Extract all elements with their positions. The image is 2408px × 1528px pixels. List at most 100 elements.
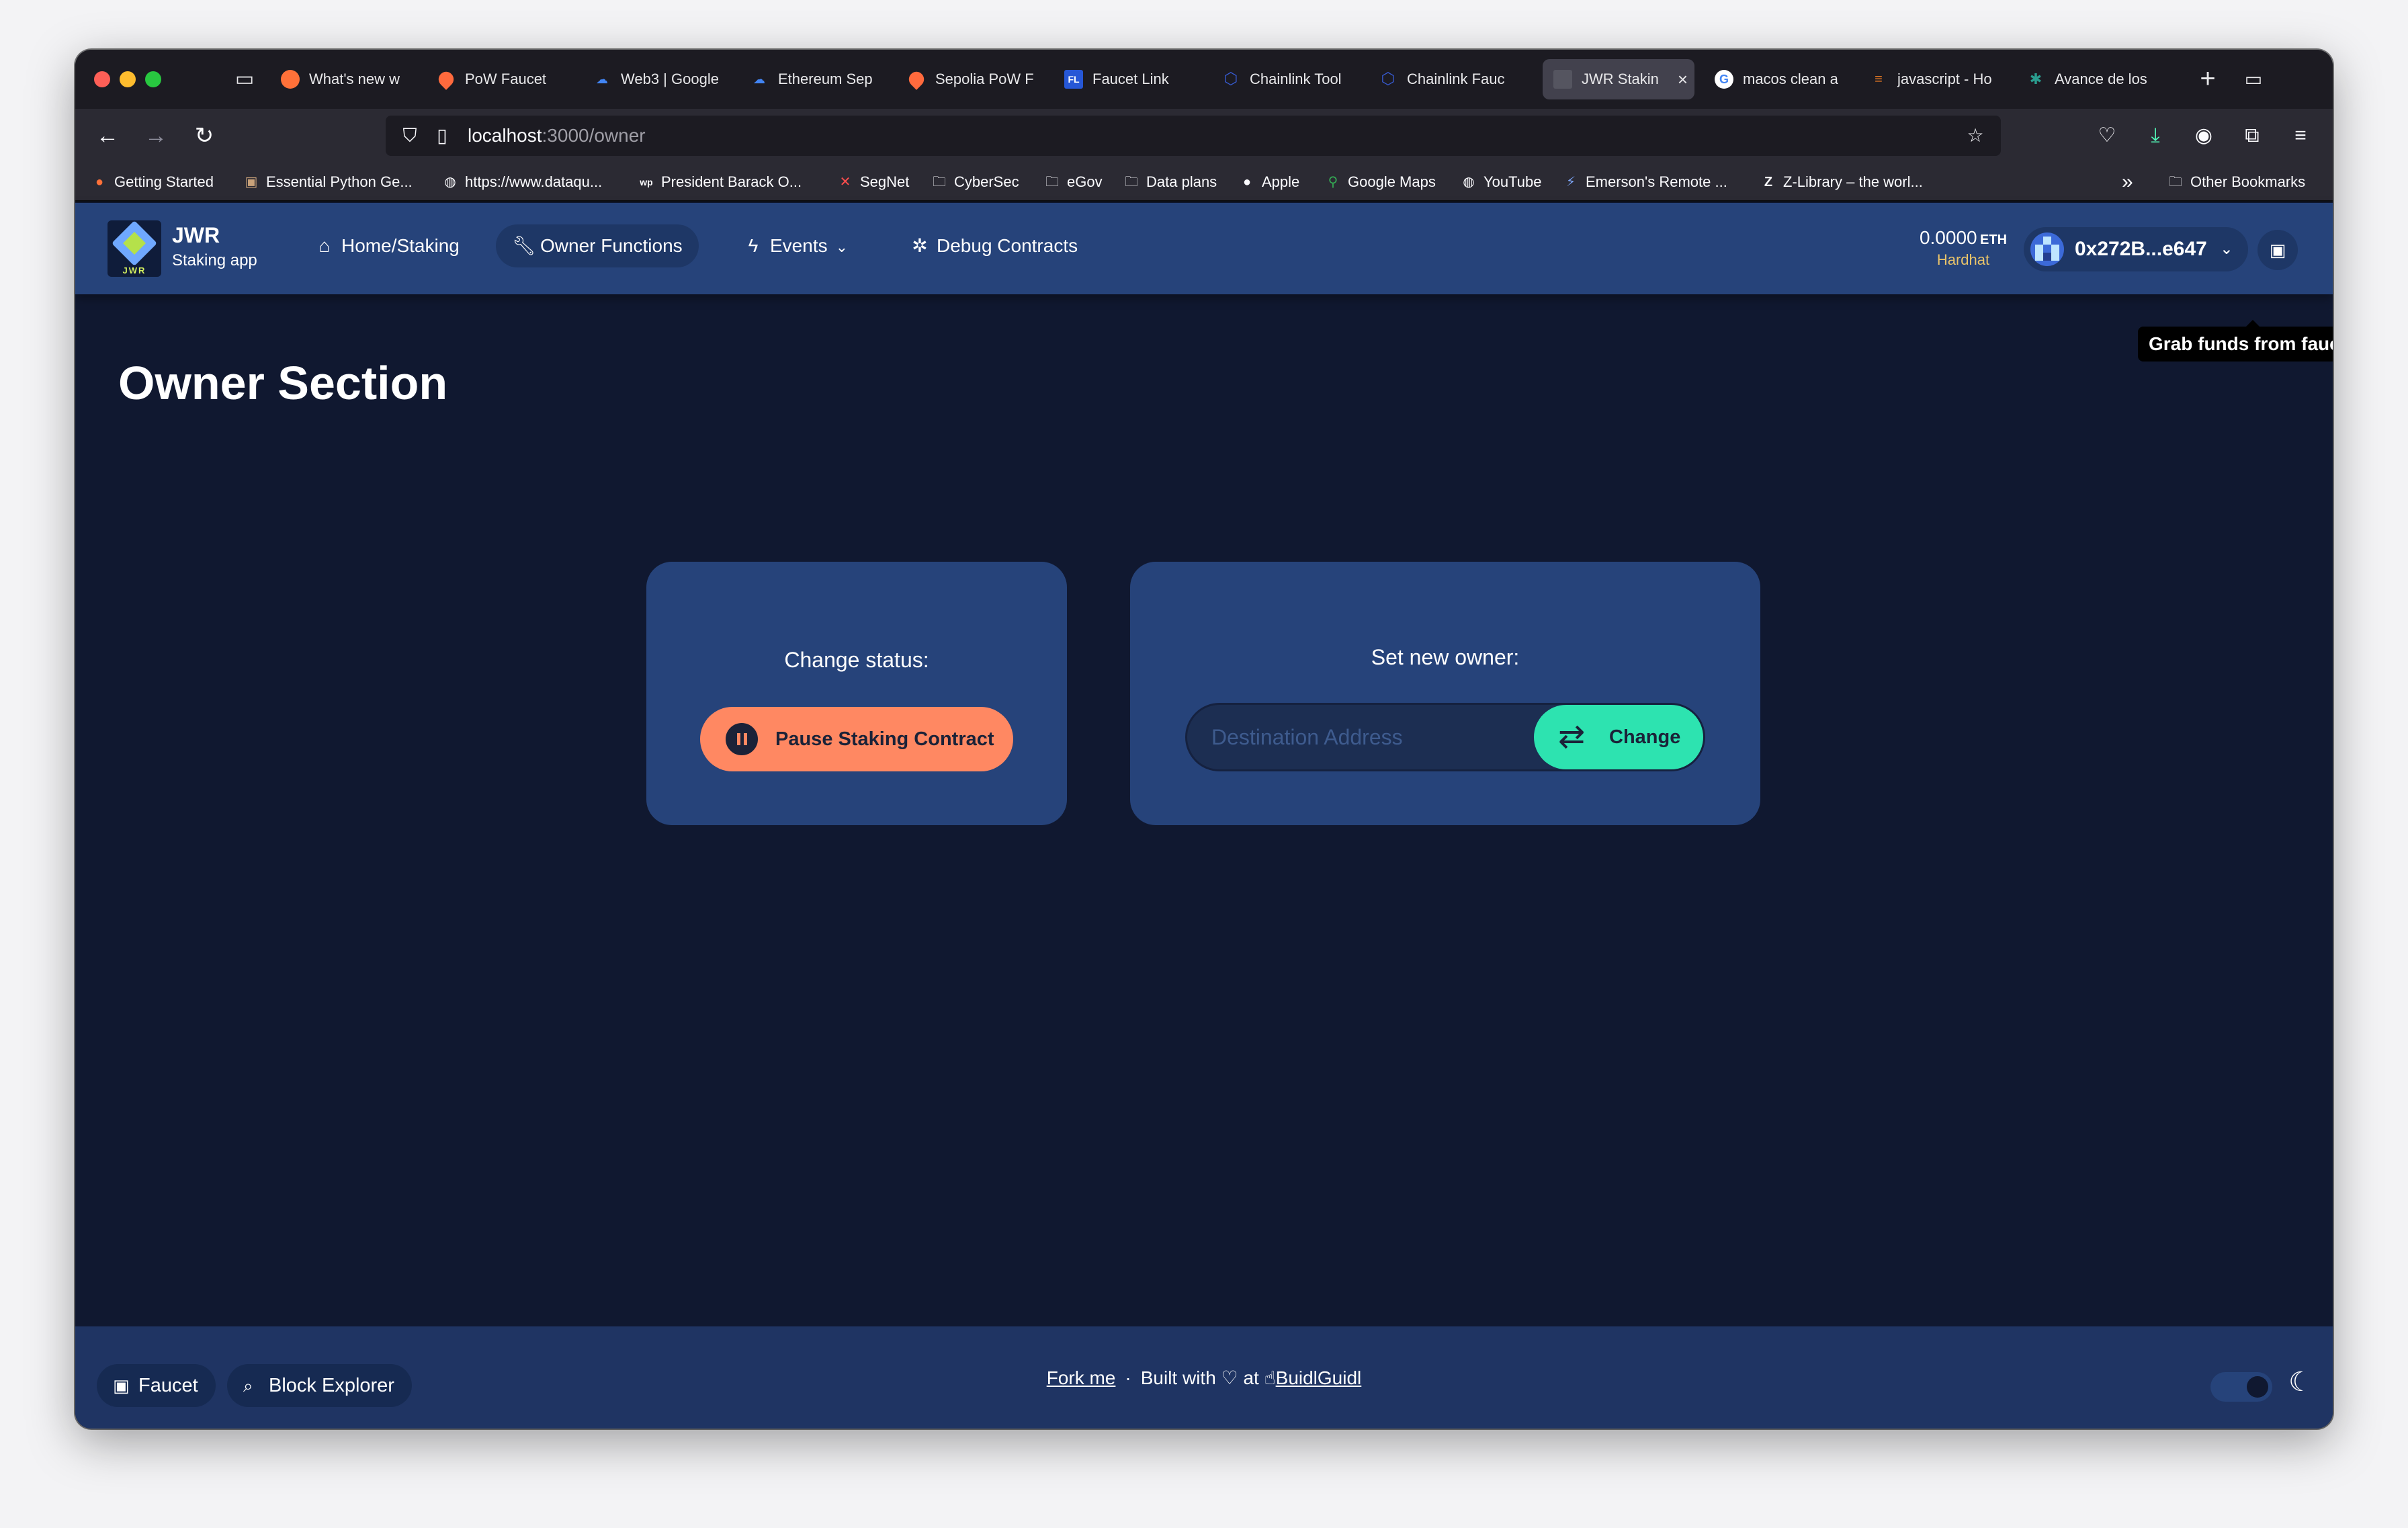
account-dropdown-button[interactable]: 0x272B...e647 ⌄ — [2024, 227, 2248, 271]
destination-address-input[interactable] — [1211, 705, 1507, 769]
close-tab-icon[interactable]: × — [1678, 59, 1688, 99]
nav-debug-contracts[interactable]: ✲ Debug Contracts — [892, 224, 1094, 267]
globe-icon: ◍ — [1463, 175, 1475, 189]
bookmark-google-maps[interactable]: ⚲ Google Maps — [1324, 169, 1436, 195]
extensions-icon[interactable]: ⧉ — [2237, 121, 2267, 151]
account-icon[interactable]: ◉ — [2189, 121, 2219, 151]
url-text[interactable]: localhost:3000/owner — [468, 116, 646, 156]
tab-chainlink-tools[interactable]: ⬡ Chainlink Tool — [1211, 59, 1360, 99]
bookmark-essential-python[interactable]: ▣ Essential Python Ge... — [242, 169, 413, 195]
reload-icon[interactable]: ↻ — [189, 121, 219, 151]
tab-javascript[interactable]: ≡ javascript - Ho — [1858, 59, 2008, 99]
bookmarks-bar: ● Getting Started ▣ Essential Python Ge...… — [75, 163, 2333, 202]
bug-icon: ✲ — [912, 235, 928, 256]
wallet-balance[interactable]: 0.0000 ETH Hardhat — [1903, 227, 2024, 269]
balance-amount: 0.0000 — [1919, 227, 1977, 248]
theme-toggle[interactable] — [2210, 1372, 2272, 1402]
shield-icon[interactable]: ⛉ — [396, 122, 423, 149]
destination-address-group: ⇄ Change — [1185, 703, 1705, 771]
pocket-icon[interactable]: ♡ — [2092, 121, 2122, 151]
folder-icon: 🗀 — [2169, 175, 2182, 189]
set-owner-label: Set new owner: — [1371, 645, 1520, 669]
tab-strip: ▭ What's new w PoW Faucet ☁ Web3 | Googl… — [75, 50, 2333, 109]
bookmark-z-library[interactable]: Z Z-Library – the worl... — [1759, 169, 1923, 195]
pause-staking-button[interactable]: Pause Staking Contract — [700, 707, 1013, 771]
nav-events[interactable]: ϟ Events ⌄ — [726, 224, 864, 267]
tab-ethereum-sepolia[interactable]: ☁ Ethereum Sep — [739, 59, 888, 99]
faucet-banknote-icon[interactable]: ▣ — [2258, 230, 2298, 270]
change-status-label: Change status: — [784, 648, 929, 672]
scaffold-icon — [1553, 70, 1572, 89]
droplet-icon — [906, 69, 927, 90]
stackoverflow-icon: ≡ — [1875, 72, 1883, 87]
nav-owner-functions[interactable]: 🔧︎ Owner Functions — [496, 224, 699, 267]
firefox-icon: ● — [95, 175, 104, 189]
app-header: JWR JWR Staking app ⌂ Home/Staking 🔧︎ Owne… — [75, 203, 2333, 294]
folder-icon: 🗀 — [933, 175, 946, 189]
bookmark-folder-data-plans[interactable]: 🗀 Data plans — [1122, 169, 1217, 195]
bookmark-dataquest[interactable]: ◍ https://www.dataqu... — [441, 169, 602, 195]
bookmark-getting-started[interactable]: ● Getting Started — [90, 169, 214, 195]
tab-sepolia-pow[interactable]: Sepolia PoW F — [896, 59, 1045, 99]
balance-unit: ETH — [1980, 232, 2008, 247]
chevron-down-icon: ⌄ — [835, 239, 849, 255]
tab-faucet-link[interactable]: FL Faucet Link — [1054, 59, 1203, 99]
download-icon[interactable]: ⤓ — [2141, 121, 2170, 151]
close-window-button[interactable] — [94, 71, 110, 87]
change-status-card: Change status: Pause Staking Contract — [646, 562, 1067, 825]
bookmark-apple[interactable]: ● Apple — [1238, 169, 1299, 195]
brand-name[interactable]: JWR — [172, 223, 220, 248]
bookmark-star-icon[interactable]: ☆ — [1962, 122, 1989, 149]
menu-icon[interactable]: ≡ — [2286, 121, 2315, 151]
moon-icon: ☾ — [2288, 1367, 2313, 1397]
fork-me-link[interactable]: Fork me — [1047, 1367, 1116, 1388]
chevron-double-right-icon[interactable]: » — [2122, 172, 2133, 192]
nav-home-staking[interactable]: ⌂ Home/Staking — [297, 224, 476, 267]
forward-arrow-icon[interactable]: → — [141, 121, 171, 151]
globe-icon: ◍ — [444, 175, 456, 189]
bookmark-youtube[interactable]: ◍ YouTube — [1459, 169, 1541, 195]
bookmark-folder-cybersec[interactable]: 🗀 CyberSec — [930, 169, 1019, 195]
tab-whats-new[interactable]: What's new w — [270, 59, 419, 99]
buidlguidl-link[interactable]: BuidlGuidl — [1276, 1367, 1362, 1388]
tab-macos-clean[interactable]: G macos clean a — [1704, 59, 1849, 99]
tab-chainlink-faucet[interactable]: ⬡ Chainlink Fauc — [1368, 59, 1517, 99]
tab-jwr-staking[interactable]: JWR Stakin × — [1543, 59, 1694, 99]
google-cloud-icon: ☁ — [596, 73, 608, 86]
bookmark-segnet[interactable]: ✕ SegNet — [836, 169, 910, 195]
page-icon[interactable]: ▯ — [429, 122, 456, 149]
apple-icon: ● — [1242, 175, 1252, 189]
browser-window: ▭ What's new w PoW Faucet ☁ Web3 | Googl… — [75, 50, 2333, 1429]
bookmark-folder-egov[interactable]: 🗀 eGov — [1043, 169, 1103, 195]
chainlink-icon: ⬡ — [1381, 70, 1395, 88]
hand-icon: ☝ — [1264, 1367, 1276, 1388]
generic-site-icon: ✱ — [2029, 71, 2042, 87]
zoom-window-button[interactable] — [145, 71, 161, 87]
navigation-toolbar: ← → ↻ ⛉ ▯ localhost:3000/owner ☆ ♡ ⤓ ◉ ⧉… — [75, 109, 2333, 163]
avatar — [2030, 232, 2064, 266]
tab-list-icon[interactable]: ▭ — [2240, 66, 2267, 93]
bookmark-president-barack[interactable]: wp President Barack O... — [637, 169, 802, 195]
minimize-window-button[interactable] — [120, 71, 136, 87]
tab-avance[interactable]: ✱ Avance de los — [2016, 59, 2165, 99]
portrait-icon: ▣ — [245, 175, 258, 189]
brand-subtitle[interactable]: Staking app — [172, 251, 257, 270]
fl-icon: FL — [1064, 70, 1083, 89]
page-title: Owner Section — [118, 357, 448, 409]
heart-icon: ♡ — [1221, 1367, 1238, 1388]
bookmark-other-bookmarks[interactable]: 🗀 Other Bookmarks — [2166, 169, 2305, 195]
home-icon: ⌂ — [318, 235, 331, 256]
bolt-icon: ϟ — [748, 235, 759, 256]
change-owner-button[interactable]: ⇄ Change — [1534, 705, 1703, 769]
back-arrow-icon[interactable]: ← — [93, 121, 122, 151]
set-owner-card: Set new owner: ⇄ Change — [1130, 562, 1760, 825]
tab-web3-google[interactable]: ☁ Web3 | Google — [582, 59, 731, 99]
new-tab-button[interactable]: + — [2192, 63, 2224, 95]
bookmark-emersons-remote[interactable]: ⚡ Emerson's Remote ... — [1561, 169, 1727, 195]
app-footer: ▣ Faucet ⌕ Block Explorer Fork me · Built wi… — [75, 1326, 2333, 1429]
google-icon: G — [1715, 70, 1733, 89]
tab-pow-faucet[interactable]: PoW Faucet — [426, 59, 575, 99]
jwr-logo[interactable]: JWR — [108, 220, 161, 277]
firefox-view-icon[interactable]: ▭ — [231, 66, 258, 93]
address-bar[interactable]: ⛉ ▯ localhost:3000/owner ☆ — [386, 116, 2001, 156]
